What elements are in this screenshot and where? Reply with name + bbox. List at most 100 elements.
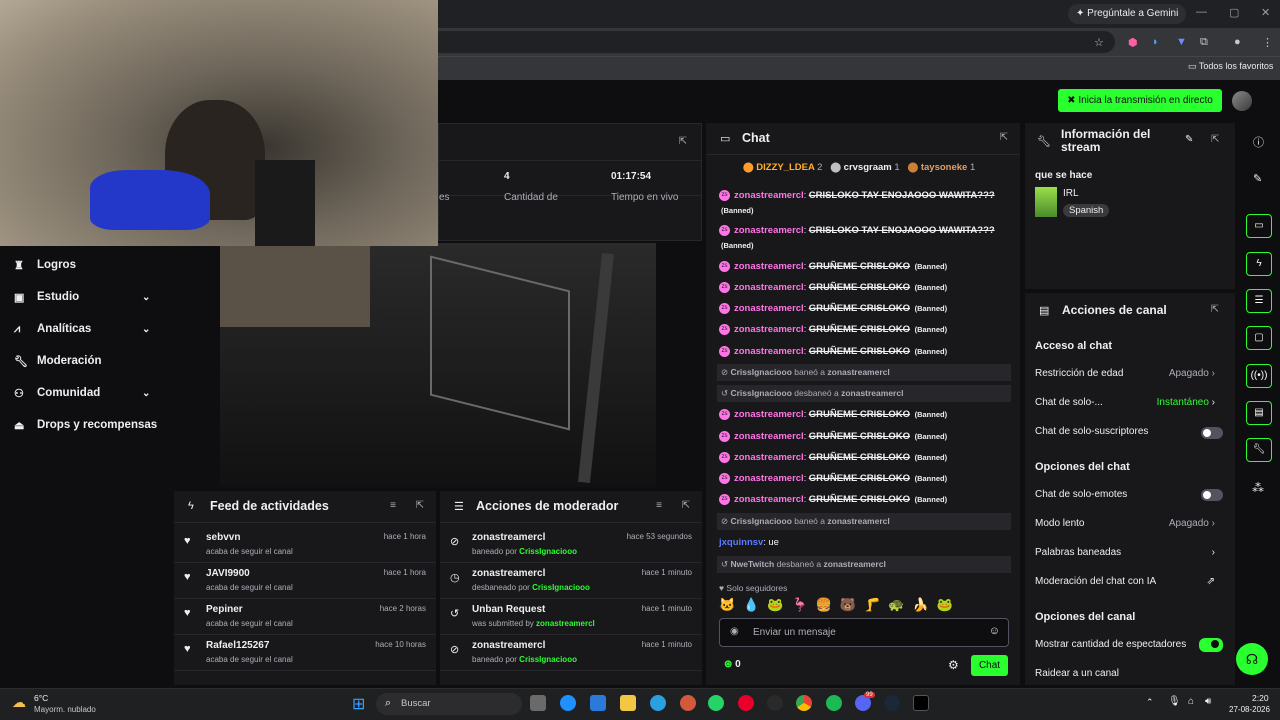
followers-only-row[interactable]: Chat de solo-... Instantáneo › [1035, 397, 1225, 408]
leaderboard-user[interactable]: taysoneke [921, 162, 967, 173]
go-live-button[interactable]: ✖ Inicia la transmisión en directo [1058, 89, 1222, 112]
extension-audio-icon[interactable]: ◗ [1152, 36, 1159, 48]
clock-time[interactable]: 2:20 [1252, 693, 1269, 703]
chat-settings-gear-icon[interactable]: ⚙ [948, 658, 959, 672]
extension-filter-icon[interactable]: ▼ [1176, 36, 1187, 48]
rail-channel-icon[interactable]: ▤ [1246, 401, 1272, 425]
microphone-icon[interactable]: 🎙︎ [1168, 696, 1181, 707]
sidebar-item-analiticas[interactable]: ⩘ Analíticas ⌄ [14, 317, 150, 341]
chrome-icon[interactable] [796, 695, 812, 711]
rail-list-icon[interactable]: ☰ [1246, 289, 1272, 313]
avatar[interactable] [1232, 91, 1252, 111]
show-viewers-toggle[interactable] [1199, 638, 1223, 652]
chevron-up-icon[interactable]: ⌃ [1146, 697, 1154, 708]
sidebar-item-estudio[interactable]: ▣ Estudio ⌄ [14, 285, 150, 309]
chat-message[interactable]: zs zonastreamercl: GRUÑEME CRISLOKO (Bann… [719, 471, 1009, 486]
banned-words-row[interactable]: Palabras baneadas › [1035, 547, 1225, 558]
bits-icon[interactable]: ◉ [730, 626, 739, 637]
leaderboard-user[interactable]: DIZZY_LDEA [756, 162, 814, 173]
weather-temp[interactable]: 6°C [34, 693, 48, 703]
spotify-icon[interactable] [826, 695, 842, 711]
list-item[interactable]: ♥ JAVI9900 acaba de seguir el canal hace 1 … [174, 563, 436, 599]
weather-desc[interactable]: Mayorm. nublado [34, 705, 96, 714]
extensions-puzzle-icon[interactable]: ⧉ [1200, 36, 1208, 49]
chat-message[interactable]: zs zonastreamercl: GRUÑEME CRISLOKO (Bann… [719, 344, 1009, 359]
channel-points[interactable]: ⊛ 0 [724, 659, 741, 670]
edge-icon[interactable] [560, 695, 576, 711]
close-icon[interactable]: ✕ [1261, 6, 1270, 19]
rail-video-icon[interactable]: ▭ [1246, 214, 1272, 238]
emote-only-toggle[interactable] [1201, 489, 1223, 501]
sidebar-item-comunidad[interactable]: ⚇ Comunidad ⌄ [14, 381, 150, 405]
chat-message[interactable]: jxquinnsv: ue [719, 535, 1009, 550]
all-bookmarks[interactable]: ▭ Todos los favoritos [1188, 61, 1273, 72]
chat-message[interactable]: zs zonastreamercl: GRUÑEME CRISLOKO (Bann… [719, 450, 1009, 465]
chat-message[interactable]: zs zonastreamercl: GRUÑEME CRISLOKO (Bann… [719, 429, 1009, 444]
list-item[interactable]: ♥ Rafael125267 acaba de seguir el canal hac… [174, 635, 436, 671]
chat-message[interactable]: zs zonastreamercl: CRISLOKO TAY ENOJAOOO … [719, 223, 1009, 253]
opera-icon[interactable] [738, 695, 754, 711]
popout-icon[interactable]: ⇱ [1000, 132, 1008, 143]
chat-message[interactable]: zs zonastreamercl: GRUÑEME CRISLOKO (Bann… [719, 492, 1009, 507]
rail-chat-icon[interactable]: ▢ [1246, 326, 1272, 350]
list-item[interactable]: ⊘ zonastreamercl baneado por CrissIgnacioo… [440, 635, 702, 671]
rail-broadcast-icon[interactable]: ((•)) [1246, 364, 1272, 388]
bookmark-star-icon[interactable]: ☆ [1094, 36, 1104, 49]
chat-message[interactable]: zs zonastreamercl: GRUÑEME CRISLOKO (Bann… [719, 259, 1009, 274]
chat-send-button[interactable]: Chat [971, 655, 1008, 676]
rail-extensions-icon[interactable]: ⁂ [1252, 481, 1264, 495]
filter-icon[interactable]: ≡ [390, 500, 396, 511]
network-icon[interactable]: ⌂ [1188, 696, 1194, 707]
extension-shield-icon[interactable]: ⬢ [1128, 36, 1138, 49]
chat-message[interactable]: zs zonastreamercl: CRISLOKO TAY ENOJAOOO … [719, 188, 1009, 218]
info-icon[interactable]: ⓘ [1253, 134, 1264, 150]
chat-message[interactable]: zs zonastreamercl: GRUÑEME CRISLOKO (Bann… [719, 322, 1009, 337]
app2-icon[interactable] [767, 695, 783, 711]
obs-icon[interactable] [913, 695, 929, 711]
popout-icon[interactable]: ⇱ [1211, 134, 1219, 145]
slow-mode-row[interactable]: Modo lento Apagado › [1035, 518, 1225, 529]
popout-icon[interactable]: ⇱ [679, 136, 687, 147]
chat-message[interactable]: zs zonastreamercl: GRUÑEME CRISLOKO (Bann… [719, 301, 1009, 316]
app-icon[interactable] [680, 695, 696, 711]
ai-moderation-row[interactable]: Moderación del chat con IA ⇗ [1035, 576, 1225, 587]
popout-icon[interactable]: ⇱ [682, 500, 690, 511]
windows-start-icon[interactable]: ⊞ [352, 694, 365, 714]
subs-only-toggle[interactable] [1201, 427, 1223, 439]
list-item[interactable]: ↺ Unban Request was submitted by zonastrea… [440, 599, 702, 635]
explorer-icon[interactable] [620, 695, 636, 711]
task-view-icon[interactable] [530, 695, 546, 711]
address-bar[interactable] [430, 31, 1115, 53]
age-restriction-row[interactable]: Restricción de edad Apagado › [1035, 368, 1225, 379]
chat-input[interactable]: ◉ Enviar un mensaje ☺ [719, 618, 1009, 647]
stream-preview[interactable] [220, 243, 656, 487]
chat-message[interactable]: zs zonastreamercl: GRUÑEME CRISLOKO (Bann… [719, 280, 1009, 295]
popout-icon[interactable]: ⇱ [416, 500, 424, 511]
emote-row[interactable]: 🐱💧🐸🦩🍔🐻🦵🐢🍌🐸 [719, 597, 961, 613]
minimize-icon[interactable]: — [1196, 6, 1207, 18]
rail-lightning-icon[interactable]: ϟ [1246, 252, 1272, 276]
gemini-button[interactable]: ✦ Pregúntale a Gemini [1068, 4, 1187, 24]
leaderboard-user[interactable]: crvsgraam [844, 162, 892, 173]
edit-pencil-icon[interactable]: ✎ [1185, 134, 1193, 145]
store-icon[interactable] [590, 695, 606, 711]
clock-date[interactable]: 27-08-2026 [1229, 705, 1270, 714]
chat-message[interactable]: zs zonastreamercl: GRUÑEME CRISLOKO (Bann… [719, 407, 1009, 422]
taskbar-search[interactable]: ⌕ Buscar [376, 693, 522, 715]
whatsapp-icon[interactable] [708, 695, 724, 711]
rail-wrench-icon[interactable]: 🔧︎ [1246, 438, 1272, 462]
list-item[interactable]: ⊘ zonastreamercl baneado por CrissIgnacioo… [440, 527, 702, 563]
steam-icon[interactable] [884, 695, 900, 711]
profile-icon[interactable]: ● [1234, 36, 1241, 48]
maximize-icon[interactable]: ▢ [1229, 6, 1239, 19]
sidebar-item-logros[interactable]: ♜ Logros [14, 253, 76, 277]
filter-icon[interactable]: ≡ [656, 500, 662, 511]
sidebar-item-drops[interactable]: ⏏ Drops y recompensas [14, 413, 157, 437]
volume-icon[interactable]: 🔊︎ [1205, 696, 1211, 707]
raid-row[interactable]: Raidear a un canal [1035, 668, 1225, 679]
telegram-icon[interactable] [650, 695, 666, 711]
help-chat-button[interactable]: ☊ [1236, 643, 1268, 675]
category-name[interactable]: IRL [1063, 188, 1079, 199]
tag-pill[interactable]: Spanish [1063, 204, 1110, 217]
menu-dots-icon[interactable]: ⋮ [1262, 36, 1273, 49]
